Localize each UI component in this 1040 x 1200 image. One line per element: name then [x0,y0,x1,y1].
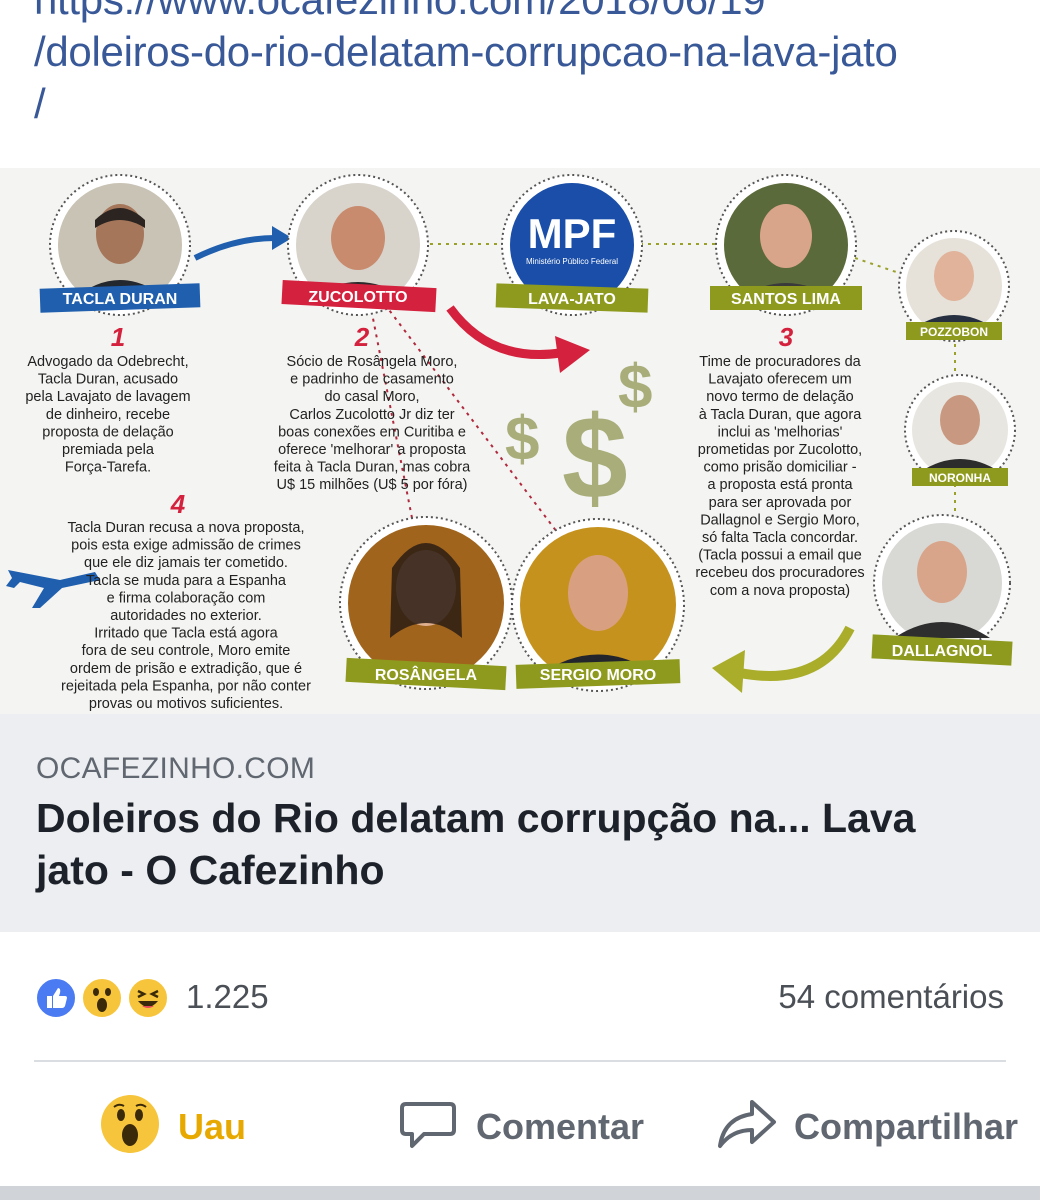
portrait-dallagnol [873,514,1011,652]
label-zucolotto: ZUCOLOTTO [308,289,407,306]
divider [34,1060,1006,1062]
step-2-line: e padrinho de casamento [290,372,454,388]
olive-arrow-head [712,650,745,693]
step-3-line: com a nova proposta) [710,583,850,599]
red-arrow-head [555,336,590,373]
ribbon-dallagnol: DALLAGNOL [871,634,1013,666]
mpf-logo: MPF [528,210,617,257]
step-1-line: Tacla Duran, acusado [38,372,178,388]
link-title[interactable]: Doleiros do Rio delatam corrupção na... … [36,792,996,896]
step-3-line: a proposta está pronta [707,477,853,493]
ribbon-tacla: TACLA DURAN [39,283,201,313]
reactions-count[interactable]: 1.225 [186,978,269,1016]
label-moro: SERGIO MORO [540,667,656,684]
step-4-text: Tacla Duran recusa a nova proposta, pois … [61,520,311,712]
comment-button[interactable]: Comentar [398,1086,658,1166]
comment-icon [400,1102,456,1148]
step-2-text: Sócio de Rosângela Moro, e padrinho de ca… [274,354,471,493]
step-1-line: Advogado da Odebrecht, [27,354,188,370]
step-number-2: 2 [354,322,370,352]
step-2-line: feita à Tacla Duran, mas cobra [274,460,471,476]
step-2-line: Carlos Zucolotto Jr diz ter [289,407,454,423]
step-2-line: Sócio de Rosângela Moro, [287,354,458,370]
link-domain: OCAFEZINHO.COM [36,752,316,785]
step-4-line: que ele diz jamais ter cometido. [84,555,288,571]
ribbon-pozzobon: POZZOBON [906,322,1002,340]
share-label: Compartilhar [794,1106,1019,1147]
label-pozzobon: POZZOBON [920,325,988,339]
step-3-line: inclui as 'melhorias' [718,424,843,440]
like-reaction-icon[interactable] [34,976,78,1020]
share-button[interactable]: Compartilhar [716,1086,1026,1166]
label-dallagnol: DALLAGNOL [892,643,993,660]
step-4-line: rejeitada pela Espanha, por não conter [61,678,311,694]
step-3-line: novo termo de delação [706,389,854,405]
step-2-line: oferece 'melhorar' a proposta [278,442,467,458]
step-1-line: premiada pela [62,442,155,458]
label-lavajato: LAVA-JATO [528,291,616,308]
svg-text:$: $ [618,353,652,422]
label-tacla: TACLA DURAN [63,291,178,308]
step-number-1: 1 [111,322,125,352]
share-icon [718,1100,776,1148]
step-number-3: 3 [779,322,794,352]
step-4-line: pois esta exige admissão de crimes [71,538,301,554]
step-2-line: boas conexões em Curitiba e [278,424,466,440]
ribbon-noronha: NORONHA [912,468,1008,486]
step-3-line: Lavajato oferecem um [708,372,851,388]
step-4-line: Irritado que Tacla está agora [94,626,278,642]
step-3-line: à Tacla Duran, que agora [699,407,863,423]
svg-text:$: $ [505,405,539,474]
step-1-line: Força-Tarefa. [65,460,151,476]
step-3-line: só falta Tacla concordar. [702,530,858,546]
step-1-line: pela Lavajato de lavagem [25,389,190,405]
step-4-line: autoridades no exterior. [110,608,262,624]
link-preview-image[interactable]: $ $ $ MPF Ministério Público Federal TAC… [0,168,1040,714]
step-1-line: proposta de delação [42,424,173,440]
ribbon-santos: SANTOS LIMA [710,286,862,310]
step-3-line: Dallagnol e Sergio Moro, [700,512,860,528]
label-rosangela: ROSÂNGELA [375,665,478,684]
step-4-line: provas ou motivos suficientes. [89,696,283,712]
step-4-line: Tacla se muda para a Espanha [86,573,287,589]
url-line-1[interactable]: https://www.ocafezinho.com/2018/06/19 [34,0,1024,26]
dollar-signs: $ $ $ [505,353,652,524]
react-button[interactable]: Uau [100,1086,300,1166]
step-4-line: e firma colaboração com [107,590,266,606]
step-number-4: 4 [170,489,186,519]
red-arrow [446,305,561,360]
mpf-subtitle: Ministério Público Federal [526,257,618,266]
react-label: Uau [178,1106,247,1147]
label-santos: SANTOS LIMA [731,291,841,308]
step-3-line: Time de procuradores da [699,354,861,370]
step-3-text: Time de procuradores da Lavajato oferecem… [695,354,864,599]
step-1-line: de dinheiro, recebe [46,407,170,423]
step-2-line: U$ 15 milhões (U$ 5 por fóra) [277,477,468,493]
bottom-separator [0,1186,1040,1200]
haha-reaction-icon[interactable] [126,976,170,1020]
label-noronha: NORONHA [929,471,991,485]
shared-url[interactable]: https://www.ocafezinho.com/2018/06/19 /d… [0,0,1040,168]
step-3-line: para ser aprovada por [709,495,852,511]
comment-label: Comentar [476,1106,645,1147]
wow-icon [101,1095,159,1153]
step-1-text: Advogado da Odebrecht, Tacla Duran, acusa… [25,354,190,476]
step-4-line: fora de seu controle, Moro emite [82,643,291,659]
step-3-line: recebeu dos procuradores [695,565,864,581]
comments-count[interactable]: 54 comentários [778,978,1004,1016]
olive-arrow [739,625,855,681]
url-line-2[interactable]: /doleiros-do-rio-delatam-corrupcao-na-la… [34,26,1024,78]
step-3-line: (Tacla possui a email que [698,548,862,564]
wow-reaction-icon[interactable] [80,976,124,1020]
step-4-line: Tacla Duran recusa a nova proposta, [68,520,305,536]
url-line-3[interactable]: / [34,78,1024,130]
blue-arrow [193,235,276,261]
step-2-line: do casal Moro, [324,389,419,405]
step-3-line: como prisão domiciliar - [703,460,856,476]
step-4-line: ordem de prisão e extradição, que é [70,661,302,677]
step-3-line: prometidas por Zucolotto, [698,442,862,458]
